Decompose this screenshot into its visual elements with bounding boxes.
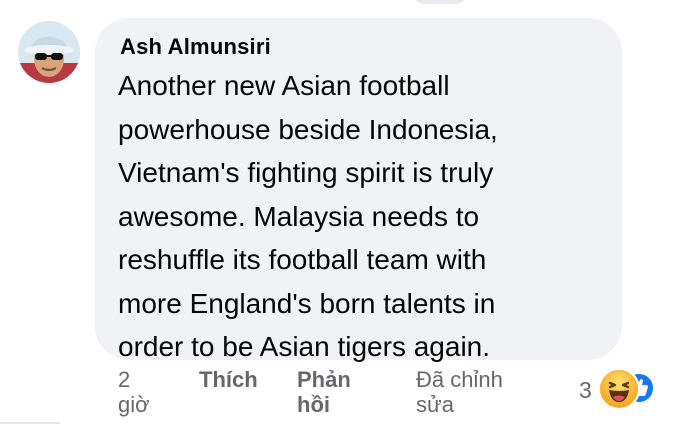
comment-body-text: Another new Asian football powerhouse be… <box>118 70 498 362</box>
next-element-edge <box>0 422 60 428</box>
comment-author-name[interactable]: Ash Almunsiri <box>120 34 271 60</box>
comment-thread: Ash Almunsiri Another new Asian football… <box>0 0 698 428</box>
comment-timestamp[interactable]: 2 giờ <box>118 367 150 417</box>
avatar-photo-icon <box>18 21 80 83</box>
like-action-button[interactable]: Thích <box>199 367 258 392</box>
edited-indicator: Đã chỉnh sửa <box>416 367 503 417</box>
author-avatar[interactable] <box>18 21 80 83</box>
reaction-summary[interactable]: 3 <box>575 368 675 410</box>
reply-action-button[interactable]: Phản hồi <box>297 367 351 417</box>
previous-element-edge <box>414 0 466 4</box>
haha-reaction-icon <box>598 368 640 410</box>
reaction-count: 3 <box>579 377 592 403</box>
